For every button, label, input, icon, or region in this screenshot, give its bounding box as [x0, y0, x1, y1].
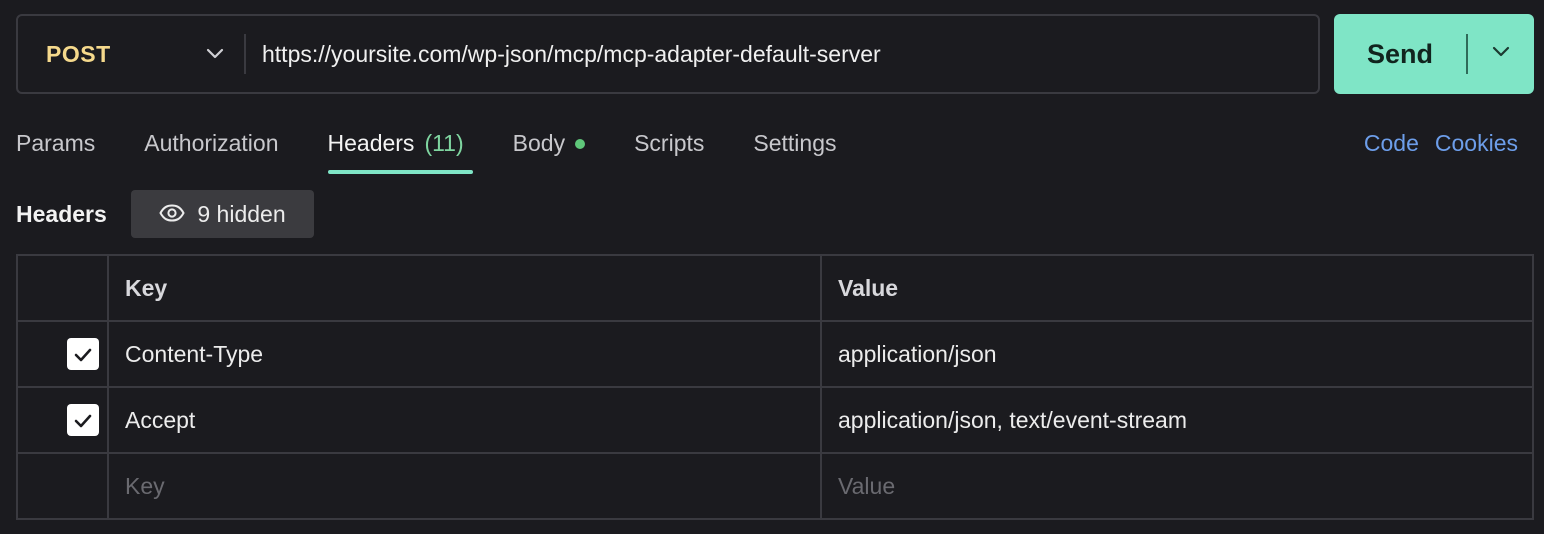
checkbox-column-header: [16, 254, 109, 322]
tab-params[interactable]: Params: [16, 120, 95, 174]
table-row: Content-Type application/json: [16, 320, 1534, 388]
row-checkbox-cell: [16, 386, 109, 454]
new-header-row: [16, 452, 1534, 520]
check-icon: [74, 341, 92, 368]
method-select[interactable]: POST: [18, 34, 246, 74]
row-checkbox-cell: [16, 320, 109, 388]
hidden-count-label: 9 hidden: [197, 200, 286, 227]
value-column-header: Value: [820, 254, 1534, 322]
table-header-row: Key Value: [16, 254, 1534, 322]
row-enabled-checkbox[interactable]: [67, 338, 99, 370]
cookies-link[interactable]: Cookies: [1435, 130, 1518, 157]
tab-label: Body: [512, 130, 566, 156]
eye-icon: [159, 201, 186, 228]
row-enabled-checkbox[interactable]: [67, 404, 99, 436]
new-key-input[interactable]: [125, 472, 804, 500]
new-value-cell: [820, 452, 1534, 520]
tab-label: Authorization: [144, 130, 279, 156]
tab-body[interactable]: Body: [512, 120, 586, 174]
tab-settings[interactable]: Settings: [753, 120, 836, 174]
tab-count-badge: (11): [424, 130, 464, 156]
header-key-cell[interactable]: Content-Type: [107, 320, 822, 388]
new-key-cell: [107, 452, 822, 520]
tab-links: Code Cookies: [1364, 130, 1518, 157]
headers-table: Key Value Content-Type application/json …: [16, 254, 1534, 520]
check-icon: [74, 407, 92, 434]
tab-label: Settings: [753, 130, 837, 156]
tab-label: Headers: [327, 130, 415, 156]
header-key-cell[interactable]: Accept: [107, 386, 822, 454]
tab-authorization[interactable]: Authorization: [144, 120, 278, 174]
chevron-down-icon: [1492, 45, 1510, 63]
url-input[interactable]: [246, 16, 1318, 92]
header-value-cell[interactable]: application/json: [820, 320, 1534, 388]
key-column-header: Key: [107, 254, 822, 322]
table-row: Accept application/json, text/event-stre…: [16, 386, 1534, 454]
chevron-down-icon: [206, 48, 224, 60]
header-value-cell[interactable]: application/json, text/event-stream: [820, 386, 1534, 454]
tab-label: Params: [16, 130, 96, 156]
tab-scripts[interactable]: Scripts: [634, 120, 704, 174]
new-value-input[interactable]: [838, 472, 1516, 500]
section-title: Headers: [16, 201, 107, 227]
request-bar: POST: [16, 14, 1320, 94]
content-indicator-dot: [575, 139, 586, 149]
empty-checkbox-cell: [16, 452, 109, 520]
method-label: POST: [46, 40, 111, 67]
hidden-headers-toggle[interactable]: 9 hidden: [131, 190, 314, 238]
send-button-group: Send: [1334, 14, 1534, 94]
request-tabs: Params Authorization Headers (11) Body S…: [16, 120, 885, 176]
code-link[interactable]: Code: [1364, 130, 1419, 157]
send-button[interactable]: Send: [1334, 14, 1466, 94]
tab-label: Scripts: [634, 130, 705, 156]
tab-headers[interactable]: Headers (11): [327, 120, 473, 174]
send-options-button[interactable]: [1468, 14, 1534, 94]
